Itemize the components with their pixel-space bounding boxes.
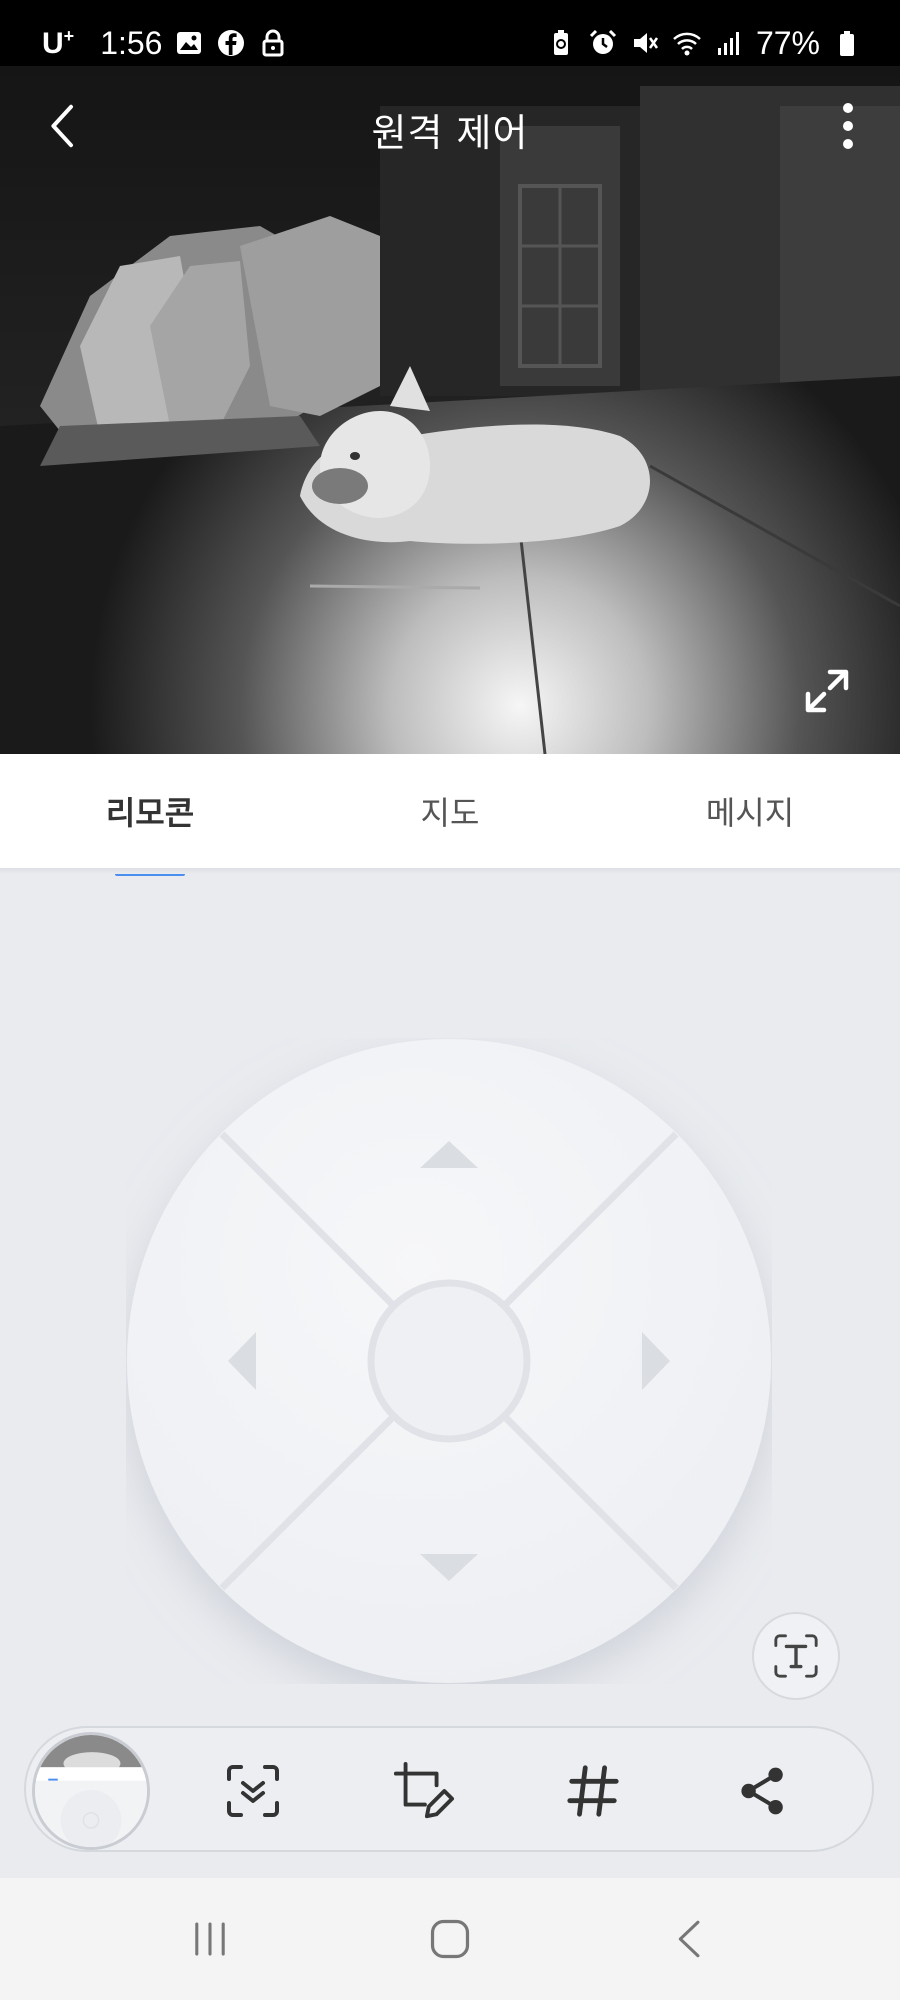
scan-icon: [227, 1765, 279, 1817]
more-vertical-icon: [843, 103, 853, 113]
back-icon: [678, 1920, 700, 1958]
camera-feed: 원격 제어: [0, 66, 900, 754]
tab-message[interactable]: 메시지: [600, 754, 900, 868]
camera-header: 원격 제어: [0, 66, 900, 186]
thumbnail-image: [35, 1735, 147, 1847]
recent-apps-button[interactable]: [175, 1904, 245, 1974]
status-right: 77%: [546, 25, 862, 62]
facebook-icon: [216, 28, 246, 58]
recent-apps-icon: [195, 1922, 225, 1956]
lock-icon: [258, 28, 288, 58]
scroll-capture-button[interactable]: [218, 1756, 288, 1826]
mute-icon: [630, 28, 660, 58]
share-button[interactable]: [728, 1756, 798, 1826]
tab-map[interactable]: 지도: [300, 754, 600, 868]
tab-map-label: 지도: [420, 794, 480, 832]
text-recognition-icon: [774, 1634, 818, 1678]
alarm-icon: [588, 28, 618, 58]
system-nav-bar: [0, 1878, 900, 2000]
tab-remote-label: 리모콘: [105, 794, 195, 832]
tab-bar: 리모콘 지도 메시지: [0, 754, 900, 876]
hashtag-icon: [567, 1765, 619, 1817]
wifi-icon: [672, 28, 702, 58]
battery-icon: [832, 28, 862, 58]
edit-capture-button[interactable]: [388, 1756, 458, 1826]
page-title: 원격 제어: [371, 111, 529, 155]
capture-toolbar: [24, 1726, 874, 1852]
home-icon: [430, 1919, 470, 1959]
fullscreen-button[interactable]: [800, 664, 854, 718]
battery-saver-icon: [546, 28, 576, 58]
signal-icon: [714, 28, 744, 58]
status-left: U+ 1:56: [42, 25, 288, 62]
tab-remote[interactable]: 리모콘: [0, 754, 300, 876]
battery-percent: 77%: [755, 24, 820, 61]
gallery-icon: [174, 28, 204, 58]
share-icon: [741, 1767, 783, 1815]
more-options-button[interactable]: [826, 96, 870, 156]
expand-icon: [805, 669, 849, 713]
nav-back-button[interactable]: [655, 1904, 725, 1974]
home-button[interactable]: [415, 1904, 485, 1974]
edit-crop-icon: [393, 1761, 454, 1819]
text-recognition-button[interactable]: [752, 1612, 840, 1700]
tab-message-label: 메시지: [705, 794, 795, 832]
clock: 1:56: [100, 24, 163, 61]
direction-pad: [126, 1038, 772, 1684]
dpad-center-button[interactable]: [367, 1279, 531, 1443]
hashtag-button[interactable]: [558, 1756, 628, 1826]
screenshot-thumbnail[interactable]: [32, 1732, 150, 1850]
tab-divider: [0, 868, 900, 874]
carrier-label: U+: [42, 25, 75, 60]
